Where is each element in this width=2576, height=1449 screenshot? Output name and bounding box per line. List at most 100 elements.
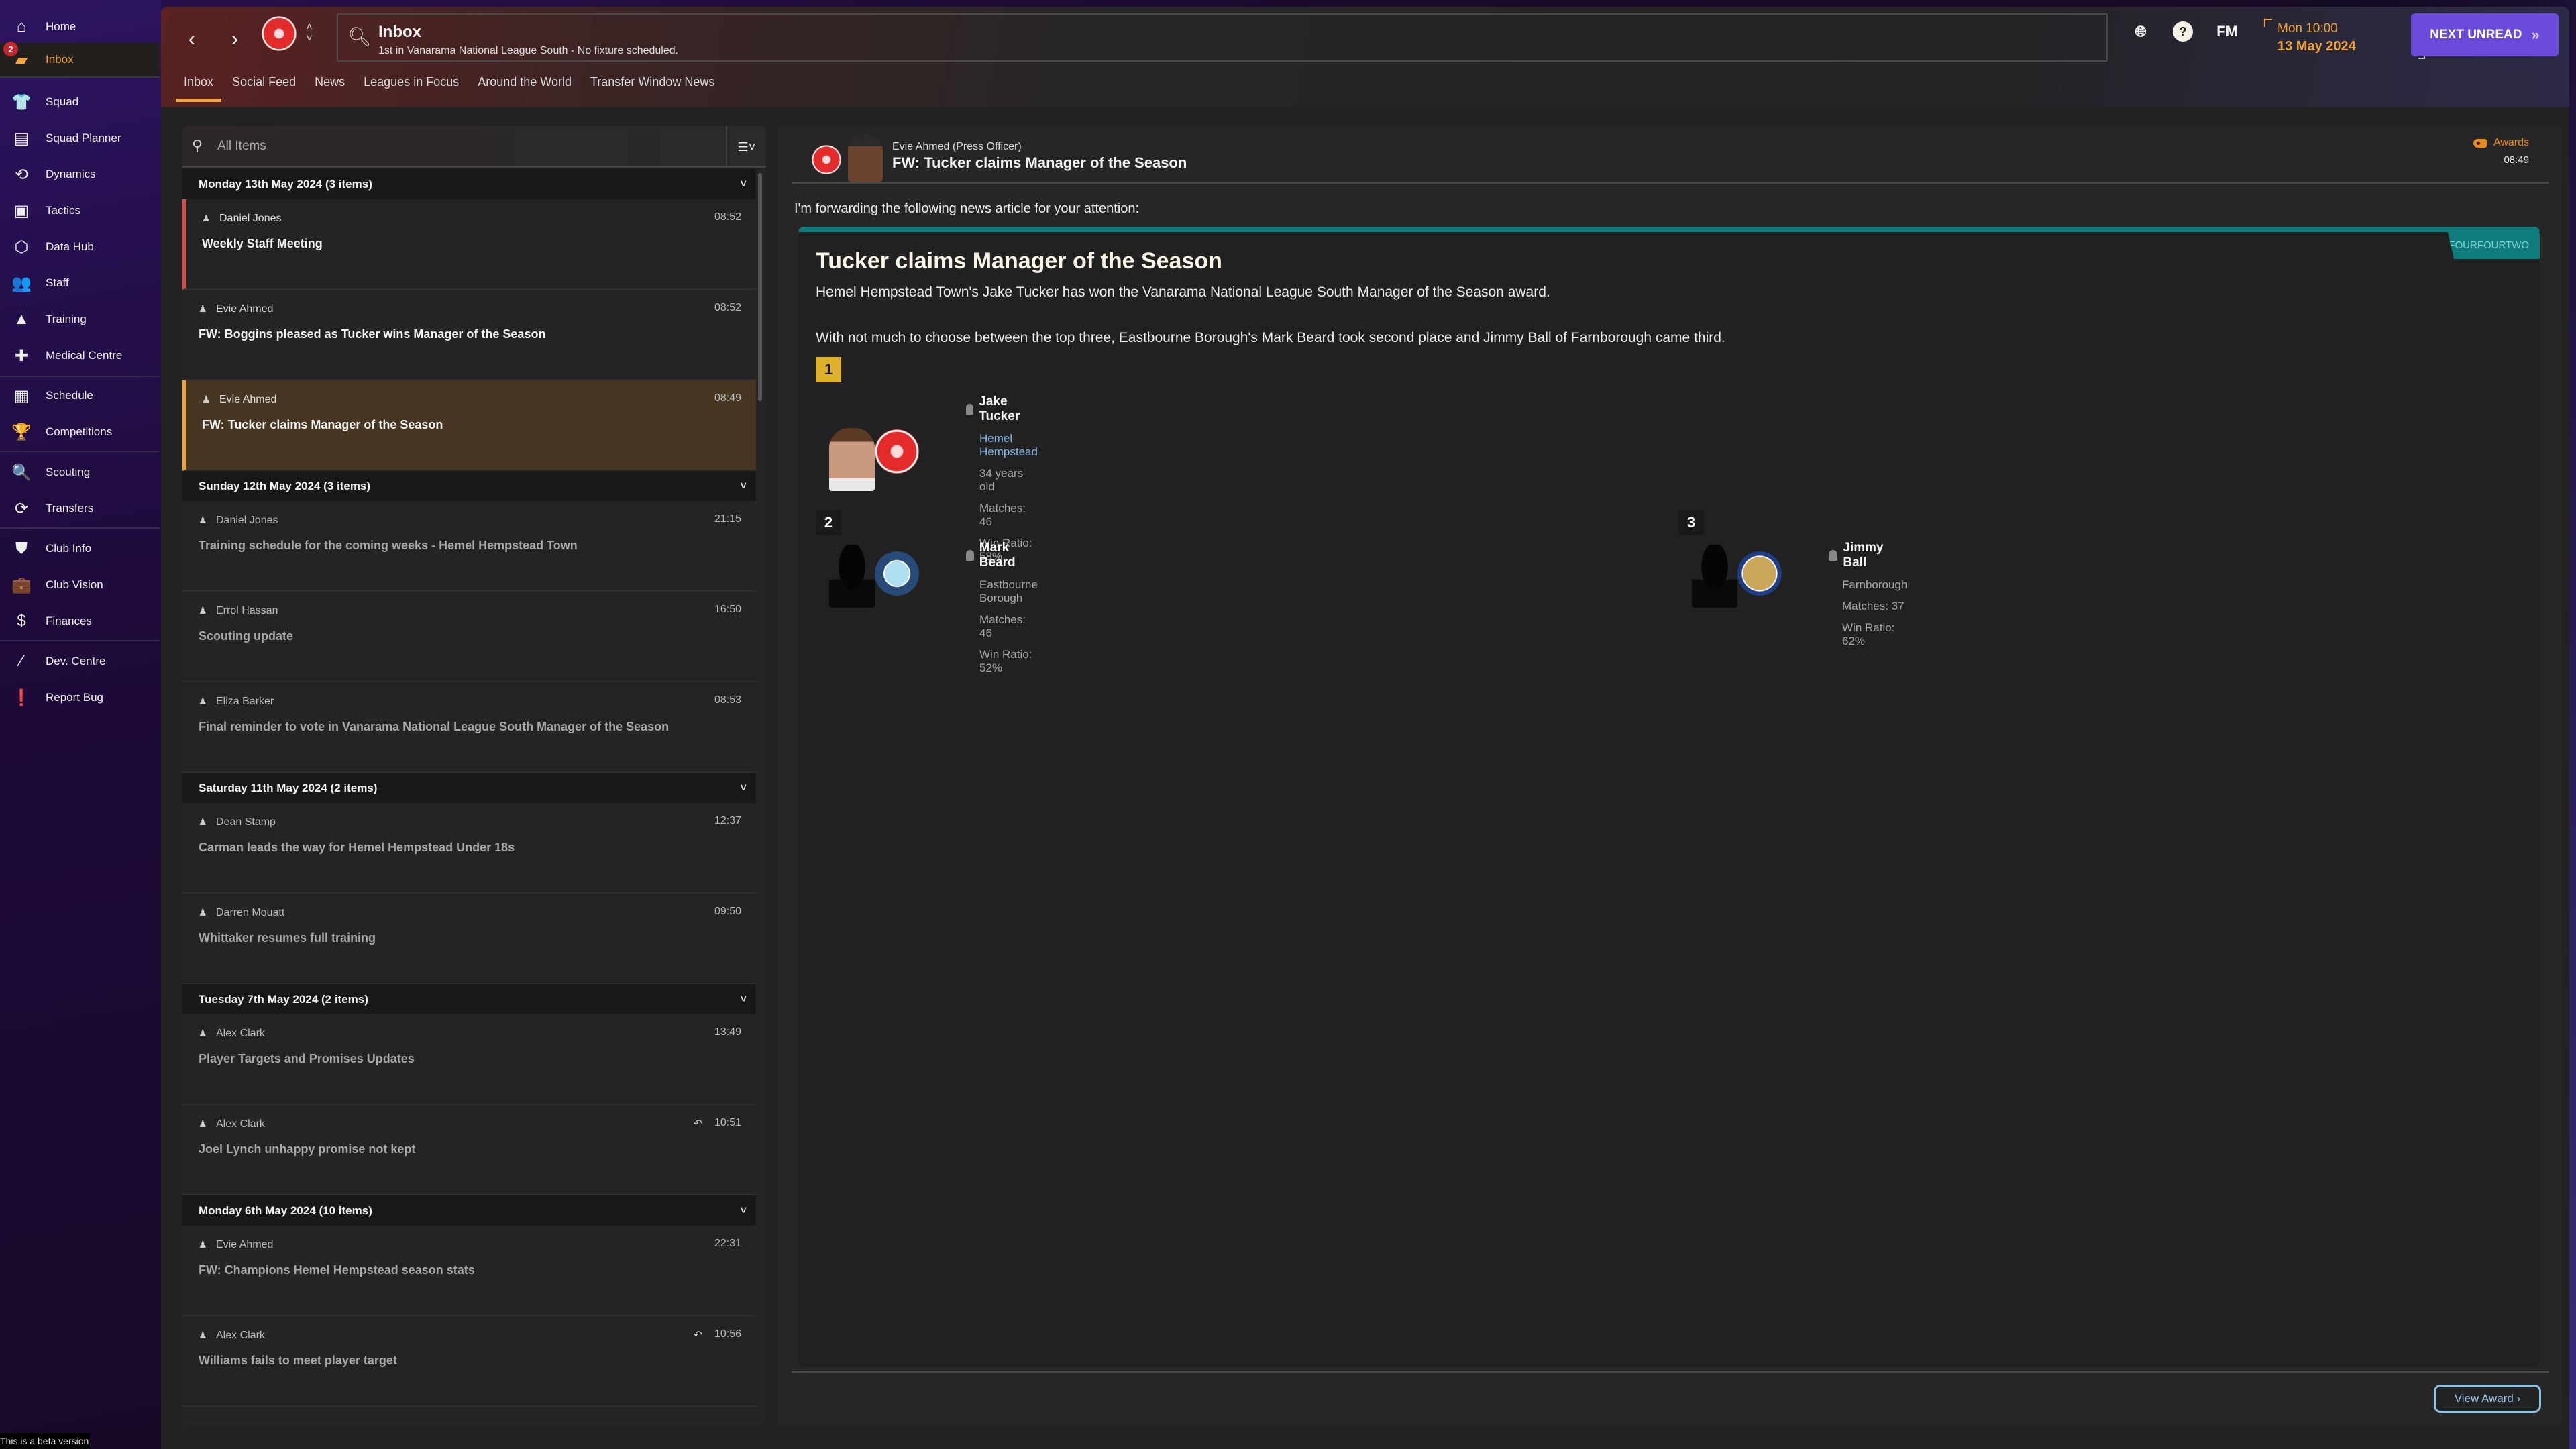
filter-menu-button[interactable]: ☰˅ <box>726 126 766 168</box>
chevron-down-icon[interactable]: ˅ <box>741 782 747 794</box>
back-button[interactable]: ‹ <box>178 21 205 55</box>
training-cone-icon: ▲ <box>13 310 30 328</box>
message-item[interactable]: ♟ Dean Stamp 12:37 Carman leads the way for… <box>182 803 756 894</box>
chevron-down-icon[interactable]: ˅ <box>741 994 747 1006</box>
club-switcher[interactable]: ˄ ˅ <box>303 21 315 44</box>
message-item[interactable]: ♟ Errol Hassan 16:50 Scouting update <box>182 592 756 682</box>
message-item[interactable]: ♟ Eliza Barker 08:53 Final reminder to vote… <box>182 682 756 773</box>
view-award-button[interactable]: View Award › <box>2434 1385 2541 1413</box>
article-paragraph: Hemel Hempstead Town's Jake Tucker has w… <box>816 284 1550 300</box>
message-item[interactable]: ♟ Darren Mouatt 09:50 Whittaker resumes ful… <box>182 894 756 984</box>
message-sender: ♟ Alex Clark <box>199 1118 265 1130</box>
message-time: 08:49 <box>714 392 741 404</box>
double-chevron-right-icon: » <box>2531 26 2540 43</box>
sidebar-item-dynamics[interactable]: ⟲ Dynamics <box>0 157 160 192</box>
scrollbar[interactable] <box>758 173 762 401</box>
club-crest[interactable] <box>875 429 919 474</box>
message-item[interactable]: ♟ Alex Clark 13:49 Player Targets and Promi… <box>182 1014 756 1105</box>
tab-around-the-world[interactable]: Around the World <box>468 68 581 102</box>
message-item[interactable]: ♟ Evie Ahmed 08:49 FW: Tucker claims Manage… <box>182 380 756 471</box>
transfer-arrows-icon: ⟳ <box>14 499 29 518</box>
tab-inbox[interactable]: Inbox <box>174 68 223 102</box>
manager-name[interactable]: Jimmy Ball <box>1829 541 1907 570</box>
date-group-header[interactable]: Monday 6th May 2024 (10 items) ˅ <box>182 1195 756 1226</box>
globe-icon[interactable]: 🌐︎ <box>2128 19 2153 44</box>
message-item[interactable]: ♟ Alex Clark ↶ 10:56 Williams fails to meet … <box>182 1316 756 1407</box>
sidebar-item-club-vision[interactable]: 💼 Club Vision <box>0 568 160 602</box>
sidebar-item-data-hub[interactable]: ⬡ Data Hub <box>0 229 160 264</box>
inbox-filter-input[interactable] <box>217 136 727 157</box>
sidebar-item-squad[interactable]: 👕 Squad <box>0 85 160 119</box>
manager-avatar[interactable] <box>1692 545 1737 608</box>
date-group-header[interactable]: Saturday 11th May 2024 (2 items) ˅ <box>182 773 756 803</box>
message-list[interactable]: Monday 13th May 2024 (3 items) ˅ ♟ Daniel J… <box>182 169 756 1425</box>
tab-transfer-window-news[interactable]: Transfer Window News <box>581 68 724 102</box>
sidebar-item-competitions[interactable]: 🏆 Competitions <box>0 415 160 449</box>
forward-button[interactable]: › <box>221 21 248 55</box>
sidebar-item-medical-centre[interactable]: ✚ Medical Centre <box>0 338 160 373</box>
sidebar-item-transfers[interactable]: ⟳ Transfers <box>0 491 160 526</box>
sidebar-item-training[interactable]: ▲ Training <box>0 302 160 337</box>
staff-icon: 👥 <box>11 274 32 292</box>
next-unread-button[interactable]: NEXT UNREAD» <box>2411 13 2559 56</box>
message-subject: FW: Tucker claims Manager of the Season <box>202 418 443 431</box>
tab-social-feed[interactable]: Social Feed <box>223 68 305 102</box>
game-date[interactable]: Mon 10:00 13 May 2024 <box>2264 19 2425 59</box>
message-item[interactable]: ♟ Daniel Jones 21:15 Training schedule for … <box>182 501 756 592</box>
message-item[interactable]: ♟ Evie Ahmed 08:52 FW: Boggins pleased as T… <box>182 290 756 380</box>
calendar-icon: ▦ <box>13 386 30 405</box>
data-hub-icon: ⬡ <box>14 237 29 256</box>
date-group-header[interactable]: Sunday 12th May 2024 (3 items) ˅ <box>182 471 756 501</box>
person-icon: ♟ <box>199 816 207 827</box>
club-crest[interactable] <box>1737 551 1782 596</box>
person-icon: ♟ <box>202 394 211 405</box>
dynamics-icon: ⟲ <box>14 165 29 184</box>
sidebar-item-schedule[interactable]: ▦ Schedule <box>0 378 160 413</box>
sender-avatar[interactable] <box>848 134 883 182</box>
chevron-down-icon[interactable]: ˅ <box>741 480 747 492</box>
message-item[interactable]: ♟ Evie Ahmed 22:31 FW: Champions Hemel Hemp… <box>182 1226 756 1316</box>
date-group-header[interactable]: Tuesday 7th May 2024 (2 items) ˅ <box>182 984 756 1014</box>
sidebar-item-dev-centre[interactable]: ⁄ Dev. Centre <box>0 644 160 679</box>
chevron-down-icon[interactable]: ˅ <box>741 178 747 191</box>
tab-leagues-in-focus[interactable]: Leagues in Focus <box>354 68 468 102</box>
manager-name[interactable]: Mark Beard <box>966 541 1038 570</box>
sidebar-item-home[interactable]: ⌂ Home <box>0 9 160 44</box>
manager-avatar[interactable] <box>829 428 875 491</box>
date-group-header[interactable]: Monday 13th May 2024 (3 items) ˅ <box>182 169 756 199</box>
sidebar-item-tactics[interactable]: ▣ Tactics <box>0 193 160 228</box>
manager-avatar[interactable] <box>829 545 875 608</box>
sidebar-item-staff[interactable]: 👥 Staff <box>0 266 160 301</box>
placing-info: Jake Tucker Hemel Hempstead 34 years old… <box>966 394 1038 564</box>
sidebar-item-inbox[interactable]: ▰ Inbox <box>0 43 160 78</box>
sidebar-item-finances[interactable]: $ Finances <box>0 604 160 639</box>
sidebar-item-report-bug[interactable]: ❗ Report Bug <box>0 680 160 715</box>
message-item[interactable]: ♟ Alex Clark ↶ 10:51 Joel Lynch unhappy prom… <box>182 1105 756 1195</box>
club-crest[interactable] <box>875 551 919 596</box>
date-group-title: Sunday 12th May 2024 (3 items) <box>199 479 371 492</box>
matches: Matches: 46 <box>979 613 1026 639</box>
league-status: 1st in Vanarama National League South - … <box>378 45 679 56</box>
chevron-down-icon[interactable]: ˅ <box>741 1205 747 1217</box>
club-link[interactable]: Hemel Hempstead <box>979 432 1038 459</box>
message-sender[interactable]: Evie Ahmed (Press Officer) <box>892 141 1022 153</box>
sidebar-item-club-info[interactable]: ⛊ Club Info <box>0 531 160 566</box>
chevron-left-icon: ‹ <box>188 25 196 50</box>
club-name[interactable]: Eastbourne Borough <box>979 578 1038 605</box>
person-icon: ♟ <box>199 515 207 525</box>
club-name[interactable]: Farnborough <box>1842 578 1907 592</box>
search-icon[interactable]: 🔍︎ <box>347 25 372 50</box>
sidebar-item-scouting[interactable]: 🔍 Scouting <box>0 455 160 490</box>
person-icon: ♟ <box>199 907 207 918</box>
help-icon[interactable]: ? <box>2173 21 2193 42</box>
manager-name[interactable]: Jake Tucker <box>966 394 1038 424</box>
club-crest <box>812 145 841 174</box>
fm-menu-button[interactable]: FM <box>2214 19 2240 44</box>
person-icon: ♟ <box>202 213 211 223</box>
tab-news[interactable]: News <box>305 68 354 102</box>
tag-icon <box>2473 138 2487 148</box>
message-subject: Joel Lynch unhappy promise not kept <box>199 1142 416 1156</box>
message-item[interactable]: ♟ Daniel Jones 08:52 Weekly Staff Meeting <box>182 199 756 290</box>
sidebar-item-squad-planner[interactable]: ▤ Squad Planner <box>0 121 160 156</box>
club-crest-button[interactable] <box>262 16 297 51</box>
